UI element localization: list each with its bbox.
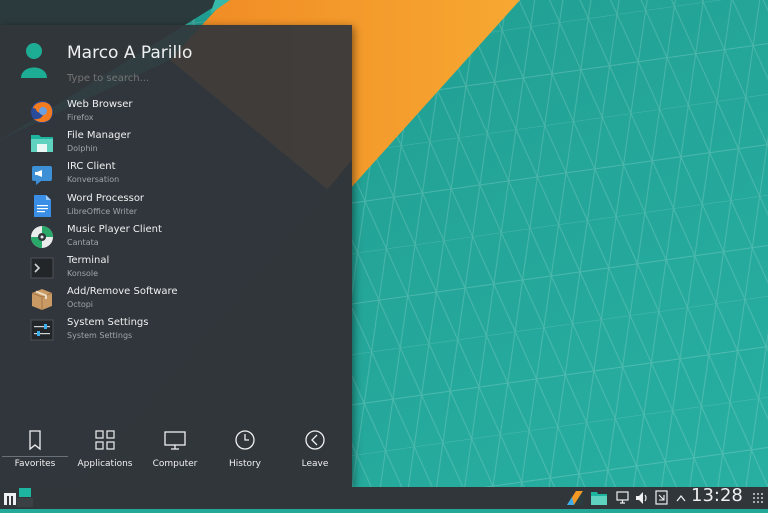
clipboard-icon xyxy=(654,490,670,513)
back-arrow-icon xyxy=(280,428,350,452)
system-tray-manjaro-settings[interactable] xyxy=(566,487,584,509)
system-tray-network[interactable] xyxy=(615,487,631,509)
user-name: Marco A Parillo xyxy=(67,43,193,63)
taskbar: 13:28 xyxy=(0,485,768,509)
show-desktop-button[interactable] xyxy=(16,487,34,509)
favorite-file-manager[interactable]: File Manager Dolphin xyxy=(0,128,352,159)
favorite-name: Web Browser xyxy=(67,99,133,110)
launcher-tab-bar: Favorites Applications Computer History … xyxy=(0,427,352,477)
favorite-add-remove-software[interactable]: Add/Remove Software Octopi xyxy=(0,284,352,315)
favorite-app-name: LibreOffice Writer xyxy=(67,206,138,216)
clock-icon xyxy=(210,428,280,452)
favorites-list: Web Browser Firefox File Manager Dolphin xyxy=(0,97,352,347)
favorite-name: System Settings xyxy=(67,317,149,329)
favorite-app-name: Konversation xyxy=(67,175,120,185)
favorite-app-name: System Settings xyxy=(67,331,133,341)
grid-icon xyxy=(70,428,140,452)
favorite-irc-client[interactable]: IRC Client Konversation xyxy=(0,159,352,190)
favorite-name: Add/Remove Software xyxy=(67,286,178,298)
speaker-icon xyxy=(634,492,650,513)
tab-label: Applications xyxy=(77,459,133,469)
monitor-icon xyxy=(140,428,210,452)
settings-icon xyxy=(30,318,54,342)
favorite-web-browser[interactable]: Web Browser Firefox xyxy=(0,97,352,128)
favorite-name: File Manager xyxy=(67,130,131,142)
clock-time[interactable]: 13:28 xyxy=(691,485,743,506)
tab-label: History xyxy=(228,459,262,469)
terminal-icon xyxy=(30,256,54,280)
chevron-up-icon xyxy=(675,494,687,513)
favorite-terminal[interactable]: Terminal Konsole xyxy=(0,253,352,284)
package-icon xyxy=(30,287,54,311)
bookmark-icon xyxy=(0,428,70,452)
firefox-icon xyxy=(30,100,54,124)
chat-icon xyxy=(30,162,54,186)
tab-leave[interactable]: Leave xyxy=(280,427,350,477)
dots-grid-icon xyxy=(751,493,765,513)
tab-label: Leave xyxy=(301,459,329,469)
favorite-word-processor[interactable]: Word Processor LibreOffice Writer xyxy=(0,191,352,222)
system-tray-volume[interactable] xyxy=(634,487,650,509)
favorite-name: Terminal xyxy=(67,254,110,266)
favorite-app-name: Dolphin xyxy=(67,144,98,154)
favorite-name: Word Processor xyxy=(67,192,145,204)
favorite-name: IRC Client xyxy=(67,161,116,173)
document-icon xyxy=(30,194,54,218)
favorite-app-name: Octopi xyxy=(67,300,94,310)
tab-applications[interactable]: Applications xyxy=(70,427,140,477)
favorite-name: Music Player Client xyxy=(67,223,162,235)
folder-icon xyxy=(30,131,54,155)
desktop-icon xyxy=(16,488,34,513)
system-tray-expand[interactable] xyxy=(675,487,687,509)
favorite-app-name: Konsole xyxy=(67,268,99,278)
tab-computer[interactable]: Computer xyxy=(140,427,210,477)
tab-history[interactable]: History xyxy=(210,427,280,477)
active-tab-indicator xyxy=(2,456,68,457)
tab-favorites[interactable]: Favorites xyxy=(0,427,70,477)
application-launcher-menu: Marco A Parillo Web Browser Firefox xyxy=(0,25,352,487)
system-tray-file-manager[interactable] xyxy=(590,487,608,509)
favorite-app-name: Firefox xyxy=(67,113,94,122)
music-player-icon xyxy=(30,225,54,249)
tab-label: Computer xyxy=(152,459,198,469)
user-avatar-icon[interactable] xyxy=(18,42,50,82)
favorite-system-settings[interactable]: System Settings System Settings xyxy=(0,315,352,346)
search-input[interactable] xyxy=(67,73,327,84)
folder-icon xyxy=(590,492,608,513)
manjaro-settings-icon xyxy=(566,491,584,513)
system-tray-clipboard[interactable] xyxy=(654,487,670,509)
favorite-music-player-client[interactable]: Music Player Client Cantata xyxy=(0,222,352,253)
favorite-app-name: Cantata xyxy=(67,237,99,247)
panel-options-button[interactable] xyxy=(751,487,765,509)
network-icon xyxy=(615,491,631,513)
tab-label: Favorites xyxy=(14,459,56,469)
